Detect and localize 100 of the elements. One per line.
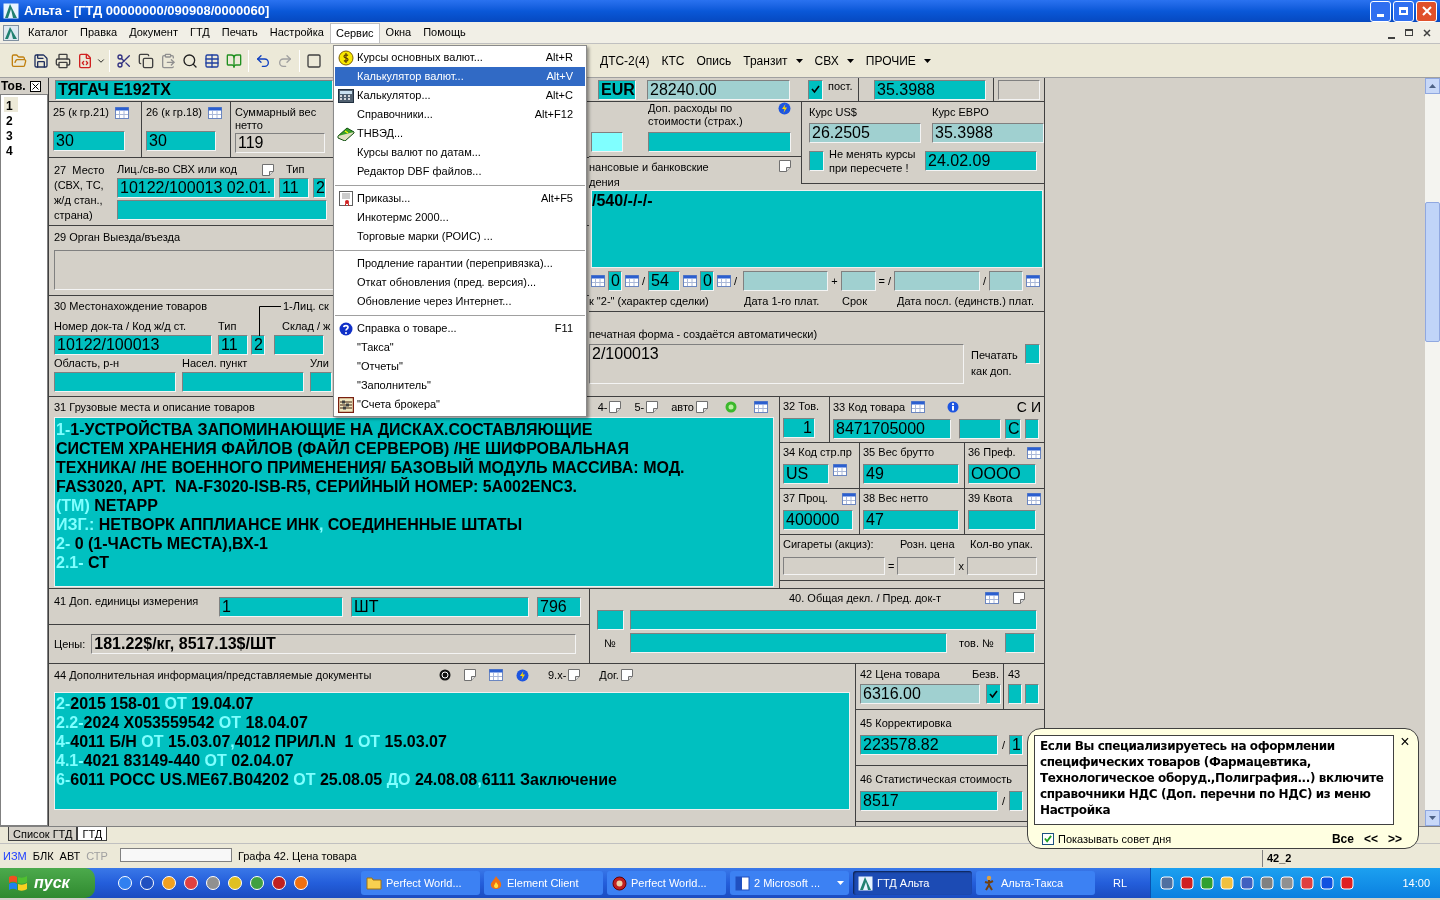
currency-field[interactable]: EUR <box>598 79 636 100</box>
taskbar-button[interactable]: Perfect World... <box>361 871 480 895</box>
menu-item[interactable]: Документ <box>123 22 184 43</box>
input-field[interactable] <box>1025 684 1039 704</box>
input-field[interactable]: 400000 <box>783 510 853 530</box>
note-icon[interactable] <box>620 669 633 681</box>
menu-item[interactable]: Печать <box>215 22 264 43</box>
input-field[interactable] <box>54 250 334 290</box>
minimize-button[interactable] <box>1370 0 1391 22</box>
input-field[interactable]: 11 <box>218 335 248 355</box>
tip-nav-button[interactable]: >> <box>1388 830 1402 848</box>
input-field[interactable]: 30 <box>146 131 216 151</box>
input-field[interactable]: ШТ <box>351 596 529 617</box>
checkbox[interactable] <box>809 151 824 171</box>
taskbar-button[interactable]: ГТД Альта <box>853 871 972 895</box>
menu-item[interactable]: Продление гарантии (перепривязка)... <box>335 254 585 273</box>
scroll-down-button[interactable] <box>1425 810 1440 826</box>
input-field[interactable] <box>591 132 623 152</box>
toolbar-button[interactable]: ПРОЧИЕ <box>860 49 936 72</box>
input-field[interactable]: 8471705000 <box>833 419 951 439</box>
input-field[interactable] <box>1008 684 1022 704</box>
menu-item[interactable]: Справка о товаре... F11 <box>335 319 585 338</box>
toolbar-button[interactable]: Опись <box>691 49 737 72</box>
start-button[interactable]: пуск <box>0 868 95 898</box>
input-field[interactable]: 35.3988 <box>932 123 1044 143</box>
text-area[interactable] <box>54 692 850 810</box>
calendar-icon[interactable] <box>842 492 856 505</box>
menu-item[interactable]: Приказы... Alt+F5 <box>335 189 585 208</box>
calendar-icon[interactable] <box>683 275 698 287</box>
input-field[interactable] <box>783 557 885 575</box>
calendar-icon[interactable] <box>207 106 222 119</box>
lightning-icon[interactable] <box>516 668 529 682</box>
toolbar-button[interactable]: СВХ <box>809 49 859 72</box>
note-icon[interactable] <box>464 669 476 681</box>
close-icon[interactable] <box>29 80 41 92</box>
checkbox[interactable] <box>986 684 1001 704</box>
restore-button[interactable] <box>1393 0 1414 22</box>
input-field[interactable] <box>968 510 1036 530</box>
input-field[interactable] <box>119 848 232 862</box>
input-field[interactable] <box>959 419 1001 439</box>
calendar-icon[interactable] <box>833 464 847 476</box>
input-field[interactable]: 0 <box>700 271 715 291</box>
input-field[interactable] <box>1025 419 1039 439</box>
input-field[interactable]: 47 <box>863 510 959 530</box>
menu-item[interactable]: Курсы основных валют... Alt+R <box>335 48 585 67</box>
toolbar-button[interactable]: ДТС-2(4) <box>595 49 655 72</box>
note-icon[interactable] <box>696 401 708 413</box>
tab[interactable]: ГТД <box>77 827 108 841</box>
menu-item[interactable]: Откат обновления (пред. версия)... <box>335 273 585 292</box>
note-icon[interactable] <box>262 163 274 176</box>
taskbar-button[interactable]: Element Client <box>484 871 603 895</box>
close-button[interactable] <box>1421 26 1433 39</box>
input-field[interactable] <box>117 200 327 220</box>
input-field[interactable] <box>274 335 324 355</box>
menu-item[interactable]: "Отчеты" <box>335 357 585 376</box>
calendar-icon[interactable] <box>985 592 999 604</box>
language-indicator[interactable]: RL <box>1113 874 1128 892</box>
menu-item[interactable]: Инкотермс 2000... <box>335 208 585 227</box>
input-field[interactable] <box>310 372 332 392</box>
list-item[interactable]: 4 <box>4 142 18 157</box>
menu-item[interactable]: Обновление через Интернет... <box>335 292 585 311</box>
menu-item[interactable]: Сервис <box>329 22 380 43</box>
tab[interactable]: Список ГТД <box>8 827 78 841</box>
input-field[interactable]: US <box>783 464 829 484</box>
input-field[interactable] <box>630 633 947 653</box>
taskbar-button[interactable]: 2 Microsoft ... <box>730 871 849 895</box>
calendar-icon[interactable] <box>1026 275 1041 287</box>
input-field[interactable] <box>998 79 1040 100</box>
input-field[interactable]: 10122/100013 02.01. <box>117 178 275 198</box>
input-field[interactable] <box>897 557 956 575</box>
calendar-icon[interactable] <box>754 401 768 413</box>
menu-item[interactable]: Окна <box>379 22 418 43</box>
taskbar-button[interactable]: Perfect World... <box>607 871 726 895</box>
input-field[interactable]: 49 <box>863 464 959 484</box>
checkbox[interactable] <box>1042 833 1054 845</box>
input-field[interactable]: 24.02.09 <box>925 151 1037 171</box>
menu-item[interactable]: Справочники... Alt+F12 <box>335 105 585 124</box>
note-icon[interactable] <box>568 669 581 681</box>
input-field[interactable] <box>989 271 1024 291</box>
info-icon[interactable] <box>947 401 960 413</box>
menu-item[interactable]: Помощь <box>417 22 472 43</box>
scrollbar-thumb[interactable] <box>1425 202 1440 342</box>
input-field[interactable]: 223578.82 <box>860 735 998 755</box>
input-field[interactable]: 181.22$/кг, 8517.13$/ШТ <box>91 634 577 654</box>
input-field[interactable]: 1 <box>219 596 343 617</box>
input-field[interactable]: 1 <box>783 418 815 438</box>
input-field[interactable] <box>966 557 1037 575</box>
note-icon[interactable] <box>609 401 622 413</box>
input-field[interactable]: 35.3988 <box>874 79 986 100</box>
input-field[interactable]: ОООО <box>968 464 1036 484</box>
text-area[interactable] <box>54 417 774 587</box>
input-field[interactable]: 11 <box>279 178 309 198</box>
calendar-icon[interactable] <box>911 401 926 413</box>
calendar-icon[interactable] <box>717 275 732 287</box>
restore-button[interactable] <box>1403 26 1415 39</box>
menu-item[interactable]: Калькулятор валют... Alt+V <box>335 67 585 86</box>
menu-item[interactable]: Каталог <box>22 22 74 43</box>
toolbar-button[interactable]: КТС <box>656 49 690 72</box>
menu-item[interactable]: Настройка <box>263 22 330 43</box>
input-field[interactable] <box>894 271 981 291</box>
